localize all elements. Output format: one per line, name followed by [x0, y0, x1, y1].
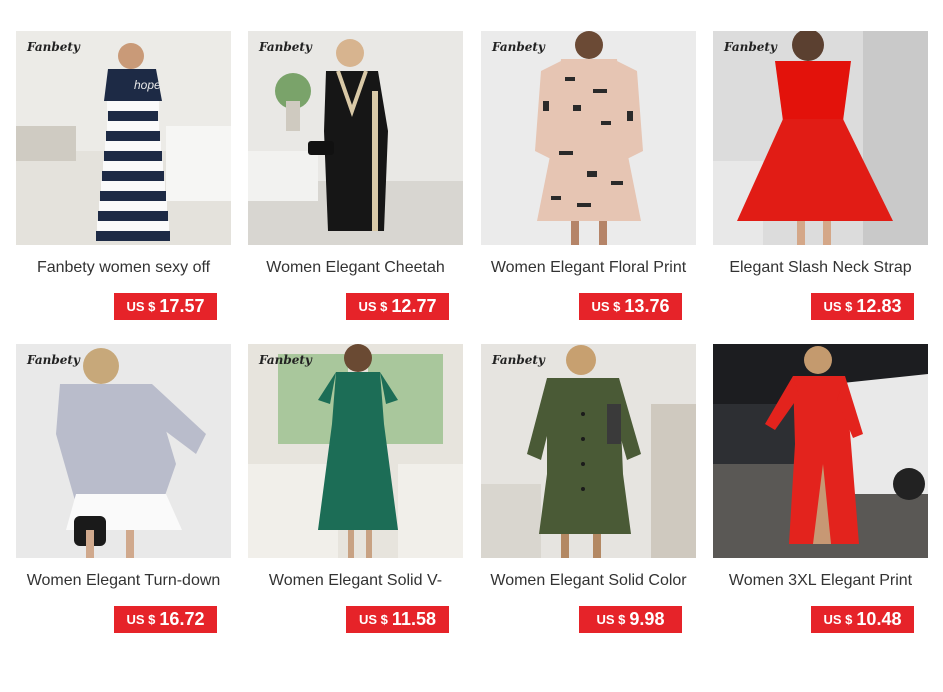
- price-badge: US $ 17.57: [114, 293, 217, 320]
- product-card[interactable]: Women 3XL Elegant Print US $ 10.48: [713, 344, 928, 633]
- currency-label: US $: [359, 612, 388, 627]
- price-badge: US $ 16.72: [114, 606, 217, 633]
- product-image[interactable]: hope Fanbety: [16, 31, 231, 245]
- currency-label: US $: [591, 299, 621, 314]
- price-value: 12.83: [856, 296, 902, 316]
- price-badge: US $ 10.48: [811, 606, 914, 633]
- product-title[interactable]: Women Elegant Solid V-: [240, 572, 471, 590]
- price-badge: US $ 13.76: [579, 293, 682, 320]
- product-title[interactable]: Women 3XL Elegant Print: [705, 572, 936, 590]
- currency-label: US $: [126, 299, 156, 314]
- product-card[interactable]: hope Fanbety Fanbety women sexy off US $…: [16, 31, 231, 320]
- product-card[interactable]: Fanbety Women Elegant Solid V- US $ 11.5…: [248, 344, 463, 633]
- product-card[interactable]: Fanbety Women Elegant Solid Color US $ 9…: [481, 344, 696, 633]
- price-badge: US $ 12.77: [346, 293, 449, 320]
- svg-text:hope: hope: [134, 78, 161, 92]
- product-title[interactable]: Women Elegant Solid Color: [473, 572, 704, 590]
- currency-label: US $: [823, 299, 853, 314]
- brand-logo: Fanbety: [259, 40, 312, 54]
- price-value: 13.76: [624, 296, 670, 316]
- brand-logo: Fanbety: [492, 40, 545, 54]
- product-image[interactable]: Fanbety: [481, 31, 696, 245]
- brand-logo: Fanbety: [27, 40, 80, 54]
- price-value: 10.48: [856, 609, 902, 629]
- product-image[interactable]: Fanbety: [713, 31, 928, 245]
- product-title[interactable]: Women Elegant Floral Print: [473, 259, 704, 277]
- product-image[interactable]: [713, 344, 928, 558]
- product-title[interactable]: Women Elegant Cheetah: [240, 259, 471, 277]
- currency-label: US $: [596, 612, 626, 627]
- product-card[interactable]: Fanbety Elegant Slash Neck Strap US $ 12…: [713, 31, 928, 320]
- product-card[interactable]: Fanbety Women Elegant Cheetah US $ 12.77: [248, 31, 463, 320]
- product-grid: hope Fanbety Fanbety women sexy off US $…: [0, 0, 943, 692]
- product-image[interactable]: Fanbety: [248, 344, 463, 558]
- price-value: 12.77: [391, 296, 437, 316]
- product-image[interactable]: Fanbety: [16, 344, 231, 558]
- price-badge: US $ 9.98: [579, 606, 682, 633]
- price-badge: US $ 11.58: [346, 606, 449, 633]
- currency-label: US $: [823, 612, 853, 627]
- brand-logo: Fanbety: [259, 353, 312, 367]
- product-title[interactable]: Fanbety women sexy off: [8, 259, 239, 277]
- brand-logo: Fanbety: [492, 353, 545, 367]
- product-card[interactable]: Fanbety Women Elegant Floral Print US $ …: [481, 31, 696, 320]
- product-image[interactable]: Fanbety: [481, 344, 696, 558]
- product-title[interactable]: Elegant Slash Neck Strap: [705, 259, 936, 277]
- product-image[interactable]: Fanbety: [248, 31, 463, 245]
- price-value: 9.98: [629, 609, 665, 629]
- currency-label: US $: [358, 299, 388, 314]
- price-value: 17.57: [159, 296, 205, 316]
- product-card[interactable]: Fanbety Women Elegant Turn-down US $ 16.…: [16, 344, 231, 633]
- product-title[interactable]: Women Elegant Turn-down: [8, 572, 239, 590]
- currency-label: US $: [126, 612, 156, 627]
- price-value: 11.58: [391, 609, 436, 629]
- price-value: 16.72: [159, 609, 205, 629]
- brand-logo: Fanbety: [27, 353, 80, 367]
- price-badge: US $ 12.83: [811, 293, 914, 320]
- brand-logo: Fanbety: [724, 40, 777, 54]
